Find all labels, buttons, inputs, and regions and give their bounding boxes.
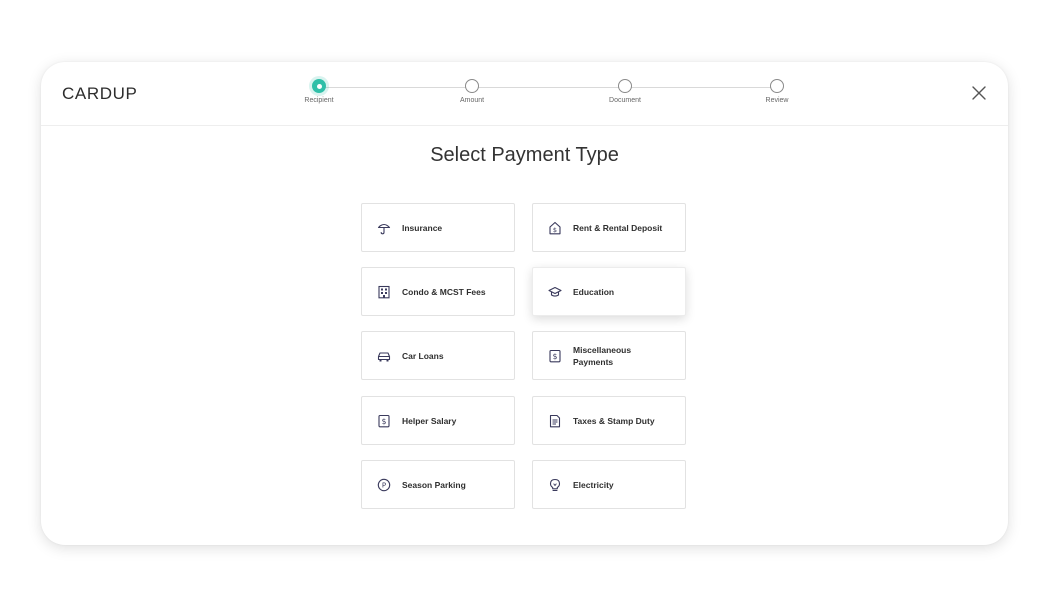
house-dollar-icon: $: [548, 221, 562, 235]
cardup-logo: CARDUP: [62, 84, 138, 103]
svg-text:P: P: [382, 481, 386, 489]
step-review[interactable]: Review: [737, 79, 817, 104]
step-label: Recipient: [304, 97, 334, 104]
building-icon: [377, 285, 391, 299]
payment-type-label: Rent & Rental Deposit: [573, 222, 663, 233]
salary-dollar-icon: $: [377, 414, 391, 428]
payment-type-helper-salary[interactable]: $ Helper Salary: [361, 396, 515, 445]
dollar-bill-icon: $: [548, 349, 562, 363]
graduation-cap-icon: [548, 285, 562, 299]
payment-type-label: Helper Salary: [402, 415, 457, 426]
payment-type-label: Car Loans: [402, 350, 444, 361]
payment-type-rent[interactable]: $ Rent & Rental Deposit: [532, 203, 686, 252]
step-recipient[interactable]: Recipient: [279, 79, 359, 104]
payment-type-label: Season Parking: [402, 479, 466, 490]
step-label: Document: [609, 97, 641, 104]
close-button[interactable]: [970, 84, 988, 102]
payment-type-label: Miscellaneous Payments: [573, 344, 632, 367]
payment-type-miscellaneous[interactable]: $ Miscellaneous Payments: [532, 331, 686, 380]
umbrella-icon: [377, 221, 391, 235]
payment-type-taxes[interactable]: Taxes & Stamp Duty: [532, 396, 686, 445]
close-icon: [972, 86, 986, 100]
step-dot: [618, 79, 632, 93]
payment-type-electricity[interactable]: Electricity: [532, 460, 686, 509]
payment-type-label: Condo & MCST Fees: [402, 286, 486, 297]
page-title: Select Payment Type: [430, 144, 619, 166]
modal-header: CARDUP Recipient Amount Document Review: [41, 62, 1008, 126]
step-amount[interactable]: Amount: [432, 79, 512, 104]
payment-type-label: Taxes & Stamp Duty: [573, 415, 655, 426]
payment-type-education[interactable]: Education: [532, 267, 686, 316]
parking-icon: P: [377, 478, 391, 492]
lightbulb-icon: [548, 478, 562, 492]
payment-type-modal: CARDUP Recipient Amount Document Review …: [41, 62, 1008, 545]
payment-type-car-loans[interactable]: Car Loans: [361, 331, 515, 380]
document-icon: [548, 414, 562, 428]
svg-text:$: $: [553, 352, 558, 361]
stepper-track: [319, 87, 777, 88]
svg-text:$: $: [553, 225, 557, 233]
payment-type-label: Education: [573, 286, 615, 297]
step-dot-active: [312, 79, 326, 93]
payment-type-insurance[interactable]: Insurance: [361, 203, 515, 252]
step-document[interactable]: Document: [585, 79, 665, 104]
step-dot: [770, 79, 784, 93]
payment-type-label: Electricity: [573, 479, 614, 490]
payment-type-label: Insurance: [402, 222, 443, 233]
svg-text:$: $: [382, 417, 387, 426]
step-label: Review: [765, 97, 789, 104]
payment-type-season-parking[interactable]: P Season Parking: [361, 460, 515, 509]
car-icon: [377, 349, 391, 363]
step-label: Amount: [459, 97, 485, 104]
payment-type-condo[interactable]: Condo & MCST Fees: [361, 267, 515, 316]
step-dot: [465, 79, 479, 93]
